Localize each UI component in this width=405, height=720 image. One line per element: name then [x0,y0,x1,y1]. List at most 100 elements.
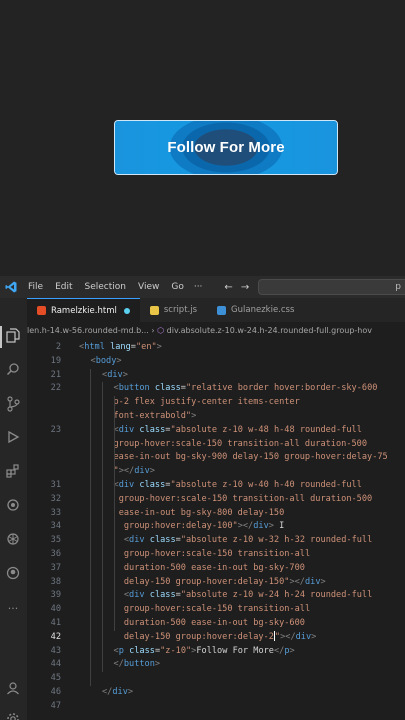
code-line[interactable]: 32 group-hover:scale-150 transition-all … [27,493,405,507]
code-editor[interactable]: 2 <html lang="en"> 19 <body> 21 <div> 22 <butto… [27,339,405,720]
explorer-icon[interactable] [4,328,22,346]
remote-explorer-icon[interactable] [4,498,22,516]
title-bar: File Edit Selection View Go ··· ← → p [0,276,405,298]
command-center-search[interactable]: p [258,279,405,295]
code-line[interactable]: 47 [27,700,405,714]
code-text: group-hover:scale-150 transition-all dur… [113,438,368,449]
css-file-icon [217,305,227,315]
line-number: 32 [50,493,61,504]
line-number: 31 [50,480,61,490]
code-line[interactable]: 37 duration-500 ease-in-out bg-sky-700 [27,562,405,576]
menu-more-icon[interactable]: ··· [190,282,207,292]
line-number: 21 [50,369,61,380]
code-text: <div> [102,369,128,380]
run-debug-icon[interactable] [4,430,22,448]
preview-area: Follow For More [0,0,405,272]
account-icon[interactable] [4,681,22,699]
code-line[interactable]: 42 delay-150 group:hover:delay-2"></div> [27,631,405,645]
code-line[interactable]: 22 <button class="relative border hover:b… [27,382,405,396]
code-line[interactable]: 34 group:hover:delay-100"></div> I [27,520,405,534]
code-line[interactable]: 38 delay-150 group-hover:delay-150"></di… [27,576,405,590]
indent-guide [90,368,91,686]
line-number: 39 [50,590,61,601]
code-line[interactable]: font-extrabold"> [27,410,405,424]
breadcrumb-current[interactable]: div.absolute.z-10.w-24.h-24.rounded-full… [167,326,372,335]
code-line[interactable]: 23 <div class="absolute z-10 w-48 h-48 ro… [27,424,405,438]
line-number: 19 [50,355,61,366]
tab-label: Ramelzkie.html [51,305,117,316]
unsaved-dot-icon [123,307,130,314]
line-number: 47 [50,700,61,711]
line-number: 33 [50,507,61,518]
code-line[interactable]: 40 group-hover:scale-150 transition-all [27,603,405,617]
code-line[interactable]: "></div> [27,465,405,479]
code-line[interactable]: 36 group-hover:scale-150 transition-all [27,548,405,562]
line-number: 2 [55,342,61,352]
github-icon[interactable] [4,566,22,584]
code-line[interactable]: 45 [27,672,405,686]
settings-gear-icon[interactable] [4,712,22,720]
breadcrumb-symbol-icon: ⬡ [157,326,165,335]
tab-script-js[interactable]: script.js [140,298,207,322]
line-number: 37 [50,562,61,573]
code-line[interactable]: group-hover:scale-150 transition-all dur… [27,438,405,452]
line-number: 44 [50,659,61,670]
menu-file[interactable]: File [22,282,49,292]
code-text: p-2 flex justify-center items-center [113,397,300,408]
line-number: 22 [50,383,61,394]
code-line[interactable]: ease-in-out bg-sky-900 delay-150 group-h… [27,451,405,465]
follow-for-more-button[interactable]: Follow For More [114,120,338,175]
code-text: ease-in-out bg-sky-900 delay-150 group-h… [113,452,388,463]
command-center-text: p [395,282,401,292]
search-icon[interactable] [4,362,22,380]
vscode-logo-icon [0,276,22,298]
code-line[interactable]: 35 <div class="absolute z-10 w-32 h-32 r… [27,534,405,548]
more-views-icon[interactable]: ··· [4,600,22,618]
code-text: </div> [102,687,134,697]
tab-ramelzkie-html[interactable]: Ramelzkie.html [27,298,140,322]
line-number: 34 [50,521,61,532]
code-text: group-hover:scale-150 transition-all dur… [118,493,373,504]
code-line[interactable]: 46 </div> [27,686,405,700]
menu-selection[interactable]: Selection [79,282,132,292]
code-line[interactable]: 39 <div class="absolute z-10 w-24 h-24 r… [27,589,405,603]
code-line[interactable]: 19 <body> [27,355,405,369]
code-line[interactable]: 31 <div class="absolute z-10 w-40 h-40 ro… [27,479,405,493]
openai-icon[interactable] [4,532,22,550]
follow-button-label: Follow For More [167,139,285,156]
code-line[interactable]: 21 <div> [27,369,405,383]
code-line[interactable]: 41 duration-500 ease-in-out bg-sky-600 [27,617,405,631]
line-number: 41 [50,618,61,628]
menu-go[interactable]: Go [165,282,189,292]
code-text: </button> [113,659,161,670]
extensions-icon[interactable] [4,464,22,482]
code-line[interactable]: 43 <p class="z-10">Follow For More</p> [27,645,405,659]
code-text: group-hover:scale-150 transition-all [123,549,311,559]
source-control-icon[interactable] [4,396,22,414]
html-file-icon [37,306,46,315]
code-line[interactable]: p-2 flex justify-center items-center [27,396,405,410]
code-text: group:hover:delay-100"></div> I [123,521,285,532]
code-text: "></div> [113,466,155,477]
code-text: <div class="absolute z-10 w-48 h-48 roun… [113,424,362,435]
forward-arrow-icon[interactable]: → [241,282,249,293]
code-text: <html lang="en"> [79,342,162,352]
breadcrumb-parent[interactable]: len.h-14.w-56.rounded-md.b... [27,326,149,335]
tab-label: script.js [163,305,198,315]
line-number: 43 [50,645,61,656]
line-number: 35 [50,535,61,546]
code-line[interactable]: 2 <html lang="en"> [27,341,405,355]
menu-view[interactable]: View [132,282,165,292]
breadcrumb-separator-icon: › [151,326,155,335]
code-text: delay-150 group-hover:delay-150"></div> [123,576,326,587]
indent-guide [102,382,103,673]
back-arrow-icon[interactable]: ← [224,282,232,293]
tab-gulanezkie-css[interactable]: Gulanezkie.css [207,298,304,322]
code-line[interactable]: 33 ease-in-out bg-sky-800 delay-150 [27,507,405,521]
code-text: <p class="z-10">Follow For More</p> [113,645,295,656]
code-line[interactable]: 44 </button> [27,658,405,672]
code-text: ease-in-out bg-sky-800 delay-150 [118,507,285,518]
code-text: <button class="relative border hover:bor… [113,383,378,394]
code-text: <div class="absolute z-10 w-32 h-32 roun… [123,535,373,546]
menu-edit[interactable]: Edit [49,282,78,292]
